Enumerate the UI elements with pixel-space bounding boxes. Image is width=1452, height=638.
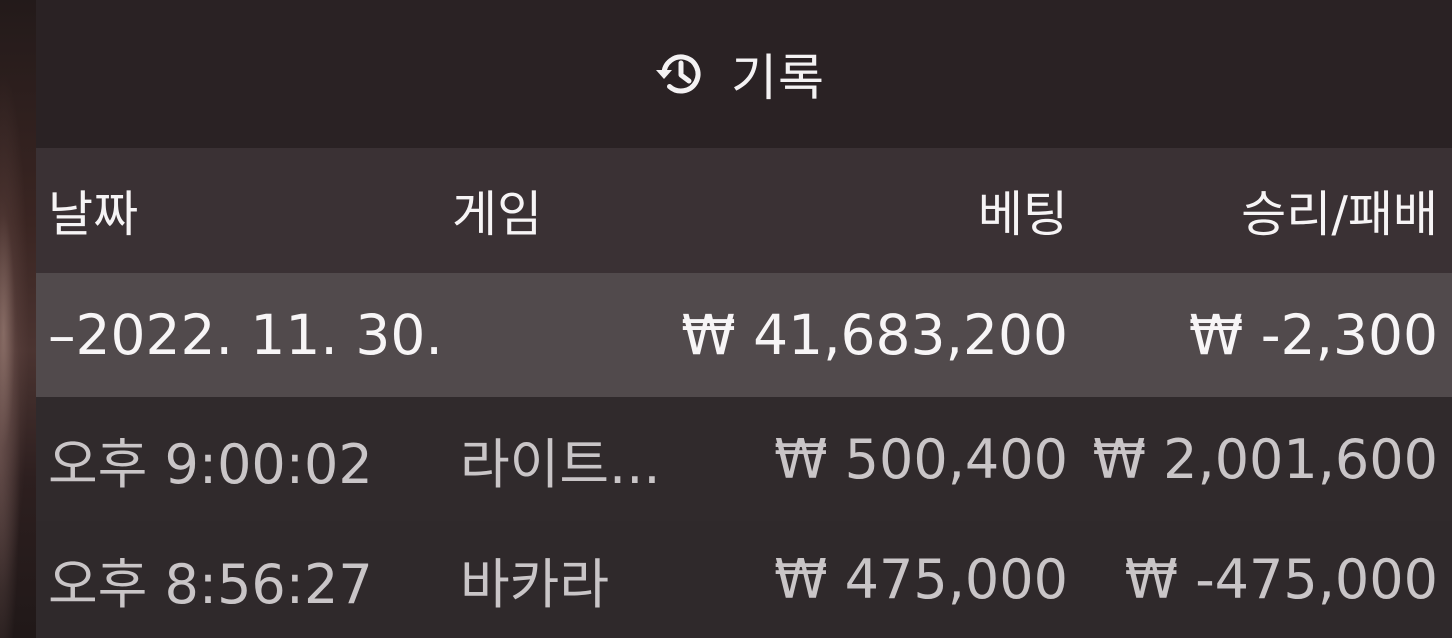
entry-result: ₩ 2,001,600: [1092, 427, 1438, 491]
history-icon: [656, 54, 701, 94]
column-header-result: 승리/패배: [1241, 186, 1438, 243]
column-header-game: 게임: [452, 186, 543, 243]
table-row[interactable]: 오후 8:56:27 바카라 ₩ 475,000 ₩ -475,000: [36, 521, 1452, 638]
column-header-date: 날짜: [48, 186, 139, 243]
summary-bet: ₩ 41,683,200: [681, 303, 1068, 367]
entry-bet: ₩ 475,000: [774, 548, 1068, 611]
background-video: [0, 0, 36, 638]
entry-game: 라이트...: [460, 432, 661, 496]
entry-time: 오후 9:00:02: [48, 432, 373, 496]
summary-date: –2022. 11. 30.: [48, 303, 443, 367]
table-row[interactable]: 오후 9:00:02 라이트... ₩ 500,400 ₩ 2,001,600: [36, 397, 1452, 521]
summary-result: ₩ -2,300: [1188, 303, 1438, 367]
entry-result: ₩ -475,000: [1124, 548, 1438, 611]
header-title-group: 기록: [653, 38, 825, 110]
column-header-bet: 베팅: [977, 186, 1068, 243]
date-summary-row[interactable]: –2022. 11. 30. ₩ 41,683,200 ₩ -2,300: [36, 273, 1452, 397]
history-header: 기록: [36, 0, 1452, 148]
entry-game: 바카라: [460, 553, 610, 616]
entry-time: 오후 8:56:27: [48, 553, 373, 616]
table-header-row: 날짜 게임 베팅 승리/패배: [36, 148, 1452, 273]
history-panel: 기록 날짜 게임 베팅 승리/패배 –2022. 11. 30. ₩ 41,68…: [36, 0, 1452, 638]
entry-bet: ₩ 500,400: [774, 427, 1068, 491]
page-title: 기록: [731, 49, 825, 107]
